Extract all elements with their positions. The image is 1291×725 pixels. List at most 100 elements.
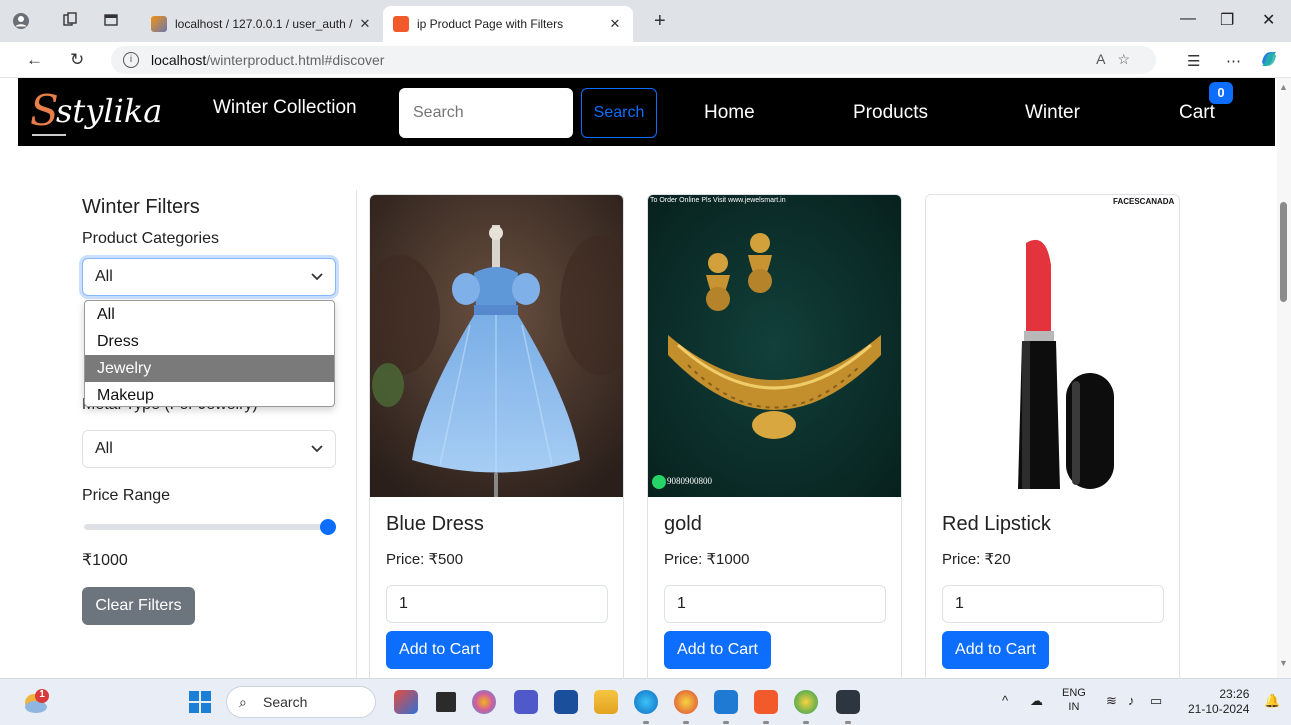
weather-widget-icon[interactable]: 1 (22, 689, 50, 715)
wifi-icon[interactable]: ≋ (1106, 693, 1117, 709)
running-indicator (723, 721, 729, 724)
category-option-makeup[interactable]: Makeup (85, 382, 334, 406)
product-name: Red Lipstick (942, 513, 1051, 535)
nav-cart-link[interactable]: Cart (1179, 102, 1215, 124)
image-caption-text: To Order Online Pls Visit www.jewelsmart… (650, 197, 786, 204)
add-to-cart-button[interactable]: Add to Cart (664, 631, 771, 669)
search-button[interactable]: Search (581, 88, 657, 138)
product-card-red-lipstick: FACESCANADA Red Lipstick Price: ₹20 1 Ad… (925, 194, 1180, 678)
read-aloud-icon[interactable]: A (1096, 51, 1117, 67)
search-icon: ⌕ (239, 694, 247, 710)
quantity-input[interactable]: 1 (386, 585, 608, 623)
minimize-icon[interactable]: — (1180, 10, 1196, 28)
cloud-icon[interactable]: ☁ (1030, 693, 1043, 709)
tab-phpmyadmin[interactable]: localhost / 127.0.0.1 / user_auth / ✕ (141, 6, 383, 42)
language-indicator[interactable]: ENG IN (1062, 686, 1086, 714)
nav-products-link[interactable]: Products (853, 102, 928, 124)
stylika-logo[interactable]: S stylika (26, 84, 162, 142)
xampp-icon[interactable] (754, 690, 778, 714)
product-price: Price: ₹20 (942, 551, 1011, 568)
favorite-star-icon[interactable]: ☆ (1117, 51, 1142, 67)
chrome-profile-icon[interactable] (674, 690, 698, 714)
profile-icon[interactable] (12, 12, 30, 30)
nav-home-link[interactable]: Home (704, 102, 755, 124)
copilot-app-icon[interactable] (472, 690, 496, 714)
product-card-gold: To Order Online Pls Visit www.jewelsmart… (647, 194, 902, 678)
browser-tab-bar: localhost / 127.0.0.1 / user_auth / ✕ ip… (0, 0, 1291, 42)
product-price: Price: ₹1000 (664, 551, 750, 568)
clock-date: 21-10-2024 (1188, 702, 1250, 716)
add-to-cart-button[interactable]: Add to Cart (386, 631, 493, 669)
running-indicator (683, 721, 689, 724)
brand-title[interactable]: Winter Collection (213, 97, 357, 119)
category-label: Product Categories (82, 230, 219, 247)
workspaces-icon[interactable] (61, 12, 79, 30)
web-page: S stylika Winter Collection Search Home … (0, 78, 1277, 678)
back-icon[interactable]: ← (26, 50, 43, 70)
running-indicator (763, 721, 769, 724)
chevron-down-icon (311, 431, 323, 481)
tab-actions-icon[interactable] (102, 12, 120, 30)
category-select[interactable]: All (82, 258, 336, 296)
region-code: IN (1068, 701, 1080, 713)
terminal-icon[interactable] (836, 690, 860, 714)
search-input[interactable] (399, 88, 573, 138)
nav-winter-link[interactable]: Winter (1025, 102, 1080, 124)
new-tab-icon[interactable]: + (654, 10, 666, 33)
restore-icon[interactable]: ❐ (1220, 10, 1234, 30)
scrollbar-thumb[interactable] (1280, 202, 1287, 302)
metal-type-select[interactable]: All (82, 430, 336, 468)
product-card-blue-dress: Blue Dress Price: ₹500 1 Add to Cart (369, 194, 624, 678)
teams-icon[interactable] (514, 690, 538, 714)
quantity-input[interactable]: 1 (942, 585, 1164, 623)
scroll-down-icon[interactable]: ▼ (1279, 658, 1288, 668)
more-icon[interactable]: ⋯ (1226, 52, 1241, 70)
price-range-slider[interactable] (84, 524, 330, 530)
site-info-icon[interactable]: i (123, 52, 139, 68)
chrome-icon[interactable] (794, 690, 818, 714)
blue-dress-image[interactable] (370, 195, 623, 497)
calculator-icon[interactable] (554, 690, 578, 714)
tab-product-page[interactable]: ip Product Page with Filters ✕ (383, 6, 633, 42)
category-option-all[interactable]: All (85, 301, 334, 328)
taskbar-search[interactable]: ⌕ Search (226, 686, 376, 718)
volume-icon[interactable]: ♪ (1128, 693, 1135, 708)
scroll-up-icon[interactable]: ▲ (1279, 82, 1288, 92)
url-field[interactable]: i localhost/winterproduct.html#discover … (111, 46, 1156, 74)
file-explorer-icon[interactable] (594, 690, 618, 714)
phpmyadmin-icon (151, 16, 167, 32)
window-close-icon[interactable]: ✕ (1262, 10, 1275, 30)
cart-count-badge: 0 (1209, 82, 1233, 104)
copilot-icon[interactable] (1258, 48, 1280, 74)
notification-count: 1 (39, 689, 45, 700)
show-hidden-icons-icon[interactable]: ^ (1002, 693, 1008, 708)
task-view-icon[interactable] (436, 692, 456, 712)
red-lipstick-image[interactable]: FACESCANADA (926, 195, 1179, 497)
site-navbar: S stylika Winter Collection Search Home … (18, 78, 1275, 146)
notifications-bell-icon[interactable]: 🔔 (1264, 693, 1280, 709)
logo-text: stylika (56, 92, 163, 130)
favorites-icon[interactable]: ☰ (1187, 52, 1200, 70)
close-icon[interactable]: ✕ (357, 16, 373, 32)
windows-start-icon[interactable] (188, 690, 212, 714)
gold-jewelry-image[interactable]: To Order Online Pls Visit www.jewelsmart… (648, 195, 901, 497)
refresh-icon[interactable]: ↻ (70, 50, 84, 70)
page-scrollbar[interactable]: ▲ ▼ (1277, 78, 1291, 678)
price-slider-handle[interactable] (320, 519, 336, 535)
paint-app-icon[interactable] (394, 690, 418, 714)
battery-icon[interactable]: ▭ (1150, 693, 1162, 709)
vscode-icon[interactable] (714, 690, 738, 714)
category-option-dress[interactable]: Dress (85, 328, 334, 355)
product-name: Blue Dress (386, 513, 484, 535)
add-to-cart-button[interactable]: Add to Cart (942, 631, 1049, 669)
category-dropdown-list: All Dress Jewelry Makeup (84, 300, 335, 407)
quantity-input[interactable]: 1 (664, 585, 886, 623)
category-option-jewelry[interactable]: Jewelry (85, 355, 334, 382)
clear-filters-button[interactable]: Clear Filters (82, 587, 195, 625)
system-clock[interactable]: 23:26 21-10-2024 (1188, 687, 1249, 717)
close-icon[interactable]: ✕ (607, 16, 623, 32)
language-code: ENG (1062, 687, 1086, 699)
windows-taskbar: 1 ⌕ Search ^ ☁ ENG IN ≋ ♪ ▭ 23:26 21-10-… (0, 678, 1291, 725)
running-indicator (803, 721, 809, 724)
edge-browser-icon[interactable] (634, 690, 658, 714)
